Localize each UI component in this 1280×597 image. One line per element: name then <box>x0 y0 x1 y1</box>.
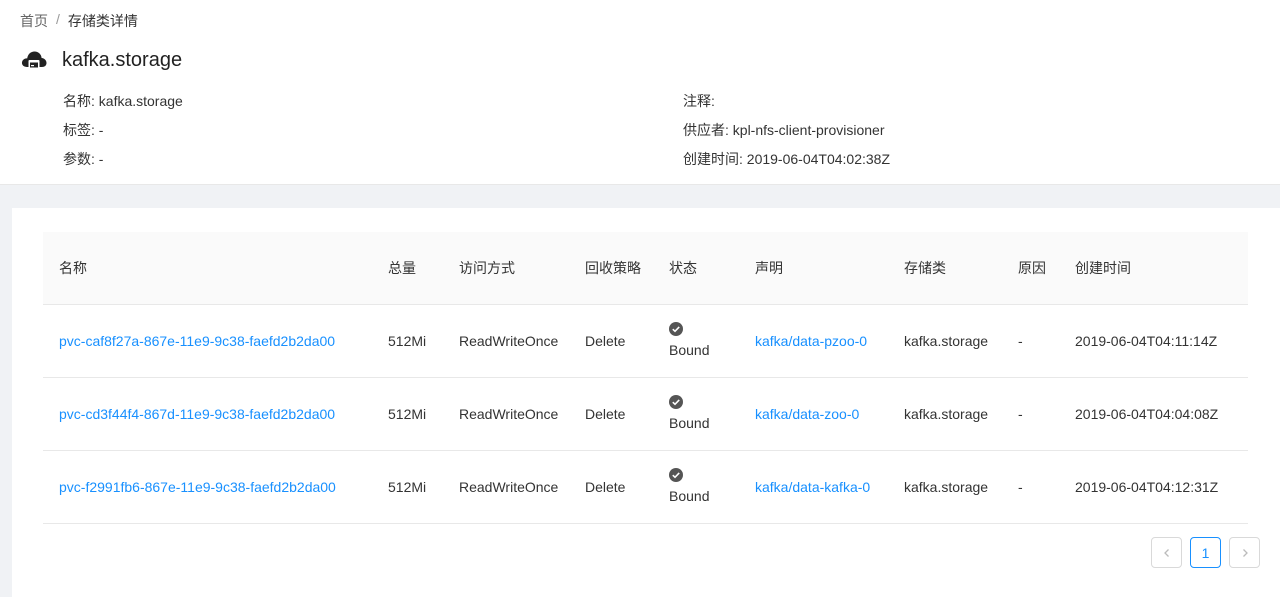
page-button-current[interactable]: 1 <box>1190 537 1221 568</box>
title-row: kafka.storage <box>20 46 182 74</box>
created-cell: 2019-06-04T04:04:08Z <box>1075 405 1219 422</box>
storage-class-cell: kafka.storage <box>904 405 989 422</box>
meta-tags-label: 标签: <box>63 122 95 138</box>
access-cell: ReadWriteOnce <box>459 478 559 495</box>
check-circle-icon <box>669 467 683 482</box>
col-header-access[interactable]: 访问方式 <box>443 232 569 305</box>
chevron-right-icon <box>1242 548 1248 557</box>
col-header-claim[interactable]: 声明 <box>739 232 888 305</box>
breadcrumb-home[interactable]: 首页 <box>20 11 48 31</box>
table-row: pvc-f2991fb6-867e-11e9-9c38-faefd2b2da00… <box>43 450 1248 523</box>
meta-params-label: 参数: <box>63 151 95 167</box>
claim-link[interactable]: kafka/data-zoo-0 <box>755 406 859 422</box>
meta-provider-value: kpl-nfs-client-provisioner <box>732 122 885 138</box>
meta-params-value: - <box>98 151 104 167</box>
meta-created-value: 2019-06-04T04:02:38Z <box>746 151 890 167</box>
capacity-cell: 512Mi <box>388 332 427 349</box>
meta-created: 创建时间: 2019-06-04T04:02:38Z <box>683 149 890 178</box>
cloud-storage-icon <box>21 51 47 69</box>
page-title: kafka.storage <box>62 48 183 71</box>
created-cell: 2019-06-04T04:12:31Z <box>1075 478 1219 495</box>
capacity-cell: 512Mi <box>388 478 427 495</box>
reason-cell: - <box>1018 478 1023 495</box>
pv-name-link[interactable]: pvc-caf8f27a-867e-11e9-9c38-faefd2b2da00 <box>59 333 335 349</box>
breadcrumb-separator: / <box>56 11 60 27</box>
check-circle-icon <box>669 394 683 409</box>
reason-cell: - <box>1018 405 1023 422</box>
pv-name-link[interactable]: pvc-cd3f44f4-867d-11e9-9c38-faefd2b2da00 <box>59 406 335 422</box>
meta-tags-value: - <box>98 122 104 138</box>
meta-provider-label: 供应者: <box>683 122 729 138</box>
col-header-storage-class[interactable]: 存储类 <box>888 232 1002 305</box>
storage-class-cell: kafka.storage <box>904 478 989 495</box>
status-text: Bound <box>669 414 710 431</box>
check-circle-icon <box>669 321 683 336</box>
meta-right: 注释: 供应者: kpl-nfs-client-provisioner 创建时间… <box>683 91 890 178</box>
status-badge: Bound <box>669 394 731 433</box>
claim-link[interactable]: kafka/data-pzoo-0 <box>755 333 867 349</box>
detail-header: 首页 / 存储类详情 kafka.storage 名称: kafka.stora… <box>0 0 1280 185</box>
pagination: 1 <box>1151 537 1260 568</box>
chevron-left-icon <box>1163 548 1169 557</box>
capacity-cell: 512Mi <box>388 405 427 422</box>
table-header-row: 名称 总量 访问方式 回收策略 状态 声明 存储类 原因 创建时间 <box>43 232 1248 305</box>
reclaim-cell: Delete <box>585 478 626 495</box>
access-cell: ReadWriteOnce <box>459 405 559 422</box>
reason-cell: - <box>1018 332 1023 349</box>
prev-page-button[interactable] <box>1151 537 1182 568</box>
reclaim-cell: Delete <box>585 405 626 422</box>
meta-notes-label: 注释: <box>683 93 715 109</box>
access-cell: ReadWriteOnce <box>459 332 559 349</box>
status-badge: Bound <box>669 467 731 506</box>
meta-name-label: 名称: <box>63 93 95 109</box>
pv-name-link[interactable]: pvc-f2991fb6-867e-11e9-9c38-faefd2b2da00 <box>59 479 336 495</box>
created-cell: 2019-06-04T04:11:14Z <box>1075 332 1218 349</box>
meta-name: 名称: kafka.storage <box>63 91 183 120</box>
next-page-button[interactable] <box>1229 537 1260 568</box>
claim-link[interactable]: kafka/data-kafka-0 <box>755 479 870 495</box>
breadcrumb-current: 存储类详情 <box>67 13 138 29</box>
meta-provider: 供应者: kpl-nfs-client-provisioner <box>683 120 890 149</box>
meta-params: 参数: - <box>63 149 183 178</box>
col-header-capacity[interactable]: 总量 <box>372 232 443 305</box>
status-text: Bound <box>669 487 710 504</box>
table-row: pvc-cd3f44f4-867d-11e9-9c38-faefd2b2da00… <box>43 377 1248 450</box>
col-header-status[interactable]: 状态 <box>653 232 739 305</box>
breadcrumb: 首页 / 存储类详情 <box>20 11 138 31</box>
status-badge: Bound <box>669 321 731 360</box>
meta-tags: 标签: - <box>63 120 183 149</box>
storage-class-cell: kafka.storage <box>904 332 989 349</box>
meta-name-value: kafka.storage <box>98 93 183 109</box>
meta-notes: 注释: <box>683 91 890 120</box>
col-header-reason[interactable]: 原因 <box>1002 232 1059 305</box>
col-header-created[interactable]: 创建时间 <box>1059 232 1248 305</box>
meta-created-label: 创建时间: <box>683 151 743 167</box>
col-header-reclaim[interactable]: 回收策略 <box>569 232 653 305</box>
status-text: Bound <box>669 341 710 358</box>
pv-table: 名称 总量 访问方式 回收策略 状态 声明 存储类 原因 创建时间 pvc-ca… <box>43 232 1248 524</box>
pv-table-panel: 名称 总量 访问方式 回收策略 状态 声明 存储类 原因 创建时间 pvc-ca… <box>12 208 1280 597</box>
reclaim-cell: Delete <box>585 332 626 349</box>
table-row: pvc-caf8f27a-867e-11e9-9c38-faefd2b2da00… <box>43 304 1248 377</box>
meta-left: 名称: kafka.storage 标签: - 参数: - <box>63 91 183 178</box>
col-header-name[interactable]: 名称 <box>43 232 372 305</box>
